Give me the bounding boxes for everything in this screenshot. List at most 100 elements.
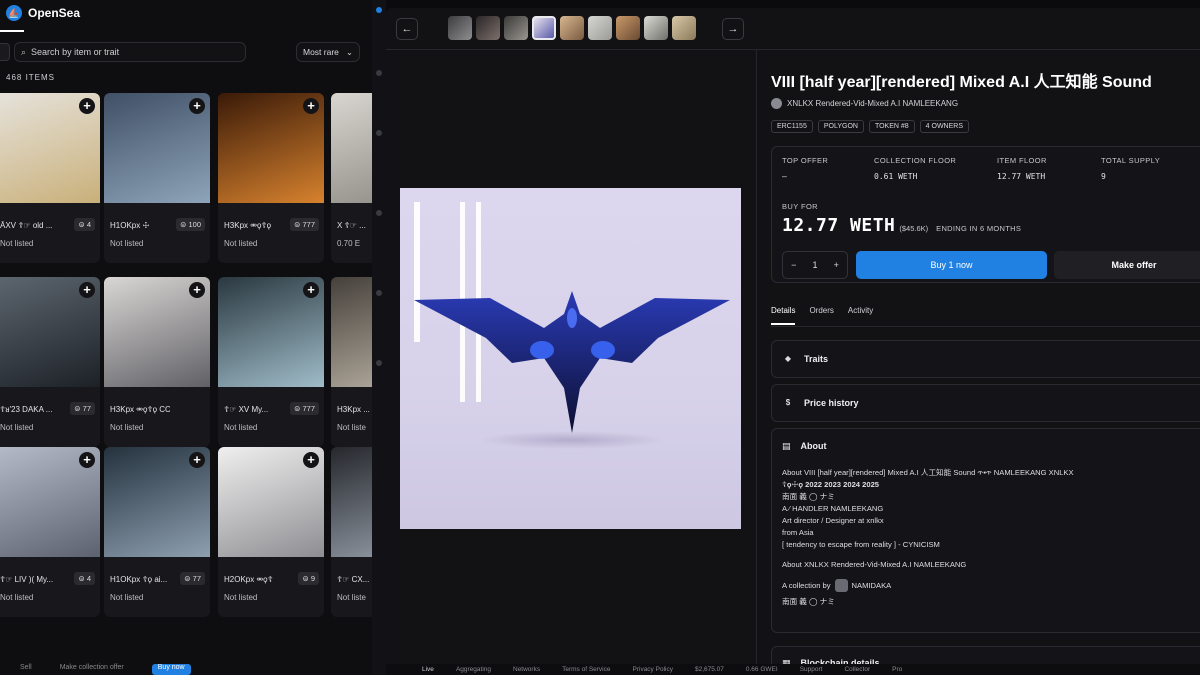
carousel-thumb[interactable] (672, 16, 696, 40)
dollar-icon: $ (785, 398, 791, 407)
column-divider (756, 50, 757, 675)
price-history-section[interactable]: $ Price history (771, 384, 1200, 422)
search-box[interactable]: ⌕ (14, 42, 246, 62)
opensea-logo-icon[interactable]: ⛵ (6, 5, 22, 21)
about-header[interactable]: ▤ About (782, 441, 827, 452)
item-card[interactable]: + H1OKpx ☩ ⊜ 100 Not listed (104, 93, 210, 263)
quantity-value: 1 (812, 260, 818, 270)
add-to-cart-icon[interactable]: + (79, 282, 95, 298)
item-card[interactable]: + ☦☞ LIV )( My... ⊜ 4 Not listed (0, 447, 100, 617)
carousel-thumb[interactable] (616, 16, 640, 40)
item-card[interactable]: +☦☞ CX...Not liste (331, 447, 372, 617)
carousel-thumb[interactable] (588, 16, 612, 40)
item-thumbnail[interactable] (331, 277, 372, 387)
item-card-title: ☦☞ XV My... (224, 405, 269, 414)
carousel-thumb[interactable] (560, 16, 584, 40)
item-card[interactable]: +X ☦☞ ...0.70 E (331, 93, 372, 263)
buy-now-button[interactable]: Buy 1 now (856, 251, 1047, 279)
item-card[interactable]: + H3Kpx ⚮ϙ☦ϙ ⊜ 777 Not listed (218, 93, 324, 263)
creator-avatar[interactable] (771, 98, 782, 109)
footer-privacy[interactable]: Privacy Policy (633, 666, 673, 673)
dot-icon (376, 360, 382, 366)
item-card[interactable]: + H2OKpx ⚮ϙ☦ ⊜ 9 Not listed (218, 447, 324, 617)
item-card[interactable]: + H3Kpx ⚮ϙ☦ϙ CCC... Not listed (104, 277, 210, 447)
about-label: About (800, 441, 827, 451)
footer-pro[interactable]: Pro (892, 666, 902, 673)
sell-button[interactable]: Sell (20, 664, 32, 675)
listing-status: Not listed (0, 239, 34, 248)
item-card-title: H1OKpx ☩ (110, 221, 150, 230)
carousel-thumb[interactable] (504, 16, 528, 40)
add-to-cart-icon[interactable]: + (303, 98, 319, 114)
tag-owners[interactable]: 4 OWNERS (919, 120, 970, 133)
prev-item-button[interactable]: ← (396, 18, 418, 40)
listing-status: Not listed (224, 239, 258, 248)
item-card[interactable]: + ĀXV ☦☞ old ... ⊜ 4 Not listed (0, 93, 100, 263)
bulk-buy-button[interactable]: Buy now (151, 664, 191, 675)
supply-badge: ⊜ 77 (70, 402, 95, 415)
collection-grid-panel: ⛵ OpenSea ⌕ Most rare ⌄ 468 ITEMS + ĀXV ☦… (0, 0, 372, 675)
item-card[interactable]: + ☦ᴚ'23 DAKA ... ⊜ 77 Not listed (0, 277, 100, 447)
add-to-cart-icon[interactable]: + (79, 98, 95, 114)
add-to-cart-icon[interactable]: + (79, 452, 95, 468)
footer-collector[interactable]: Collector (844, 666, 870, 673)
creator-name[interactable]: XNLKX Rendered-Vid-Mixed A.I NAMLEEKANG (787, 99, 958, 108)
listing-status: Not listed (110, 593, 144, 602)
status-footer: Live Aggregating Networks Terms of Servi… (386, 664, 1200, 675)
tabs-divider (771, 326, 1200, 327)
sort-dropdown[interactable]: Most rare ⌄ (296, 42, 360, 62)
arrow-right-icon: → (727, 23, 739, 35)
supply-badge: ⊜ 100 (176, 218, 205, 231)
stat-item-floor: ITEM FLOOR 12.77 WETH (997, 156, 1047, 181)
item-card-title: ☦ᴚ'23 DAKA ... (0, 405, 53, 414)
collection-owner-link[interactable]: NAMIDAKA (852, 580, 892, 592)
footer-aggregating[interactable]: Aggregating (456, 666, 491, 673)
sort-label: Most rare (303, 47, 339, 57)
carousel-thumb-active[interactable] (532, 16, 556, 40)
footer-terms[interactable]: Terms of Service (562, 666, 610, 673)
brand-name[interactable]: OpenSea (28, 6, 80, 20)
add-to-cart-icon[interactable]: + (189, 98, 205, 114)
carousel-thumb[interactable] (644, 16, 668, 40)
add-to-cart-icon[interactable]: + (303, 452, 319, 468)
item-thumbnail[interactable] (331, 93, 372, 203)
add-to-cart-icon[interactable]: + (189, 452, 205, 468)
tab-orders[interactable]: Orders (809, 306, 833, 325)
traits-label: Traits (804, 354, 829, 364)
item-card[interactable]: + H1OKpx ☦ϙ ai... ⊜ 77 Not listed (104, 447, 210, 617)
creator-row[interactable]: XNLKX Rendered-Vid-Mixed A.I NAMLEEKANG (771, 98, 958, 109)
collection-avatar[interactable] (834, 579, 848, 592)
collection-by-row: A collection by NAMIDAKA (782, 579, 1074, 592)
carousel-thumb[interactable] (448, 16, 472, 40)
collection-offer-button[interactable]: Make collection offer (60, 664, 124, 675)
item-card-title: ☦☞ LIV )( My... (0, 575, 54, 584)
carousel-thumb[interactable] (476, 16, 500, 40)
about-collection-heading: About XNLKX Rendered-Vid-Mixed A.I NAMLE… (782, 560, 967, 569)
minus-icon[interactable]: − (791, 260, 796, 270)
item-media[interactable] (400, 188, 741, 529)
footer-support[interactable]: Support (800, 666, 823, 673)
traits-section[interactable]: ◆ Traits (771, 340, 1200, 378)
item-card[interactable]: + ☦☞ XV My... ⊜ 777 Not listed (218, 277, 324, 447)
item-card[interactable]: +H3Kpx ...Not liste (331, 277, 372, 447)
search-input[interactable] (31, 47, 232, 57)
make-offer-button[interactable]: Make offer (1054, 251, 1200, 279)
price-usd: ($45.6K) (899, 224, 929, 233)
plus-icon[interactable]: + (834, 260, 839, 270)
add-to-cart-icon[interactable]: + (189, 282, 205, 298)
arrow-left-icon: ← (401, 23, 413, 35)
listing-status: Not liste (337, 423, 366, 432)
footer-networks[interactable]: Networks (513, 666, 540, 673)
supply-badge: ⊜ 4 (74, 218, 95, 231)
about-line: [ tendency to escape from reality ] - CY… (782, 540, 940, 549)
filter-toggle-icon[interactable] (0, 43, 10, 61)
tag-token: TOKEN #8 (868, 120, 915, 133)
item-thumbnail[interactable] (331, 447, 372, 557)
tab-details[interactable]: Details (771, 306, 796, 325)
tab-activity[interactable]: Activity (848, 306, 873, 325)
next-item-button[interactable]: → (722, 18, 744, 40)
add-to-cart-icon[interactable]: + (303, 282, 319, 298)
item-card-title: H3Kpx ⚮ϙ☦ϙ (224, 221, 272, 230)
quantity-stepper[interactable]: − 1 + (782, 251, 848, 279)
about-line: Art director / Designer at xnlkx (782, 516, 884, 525)
